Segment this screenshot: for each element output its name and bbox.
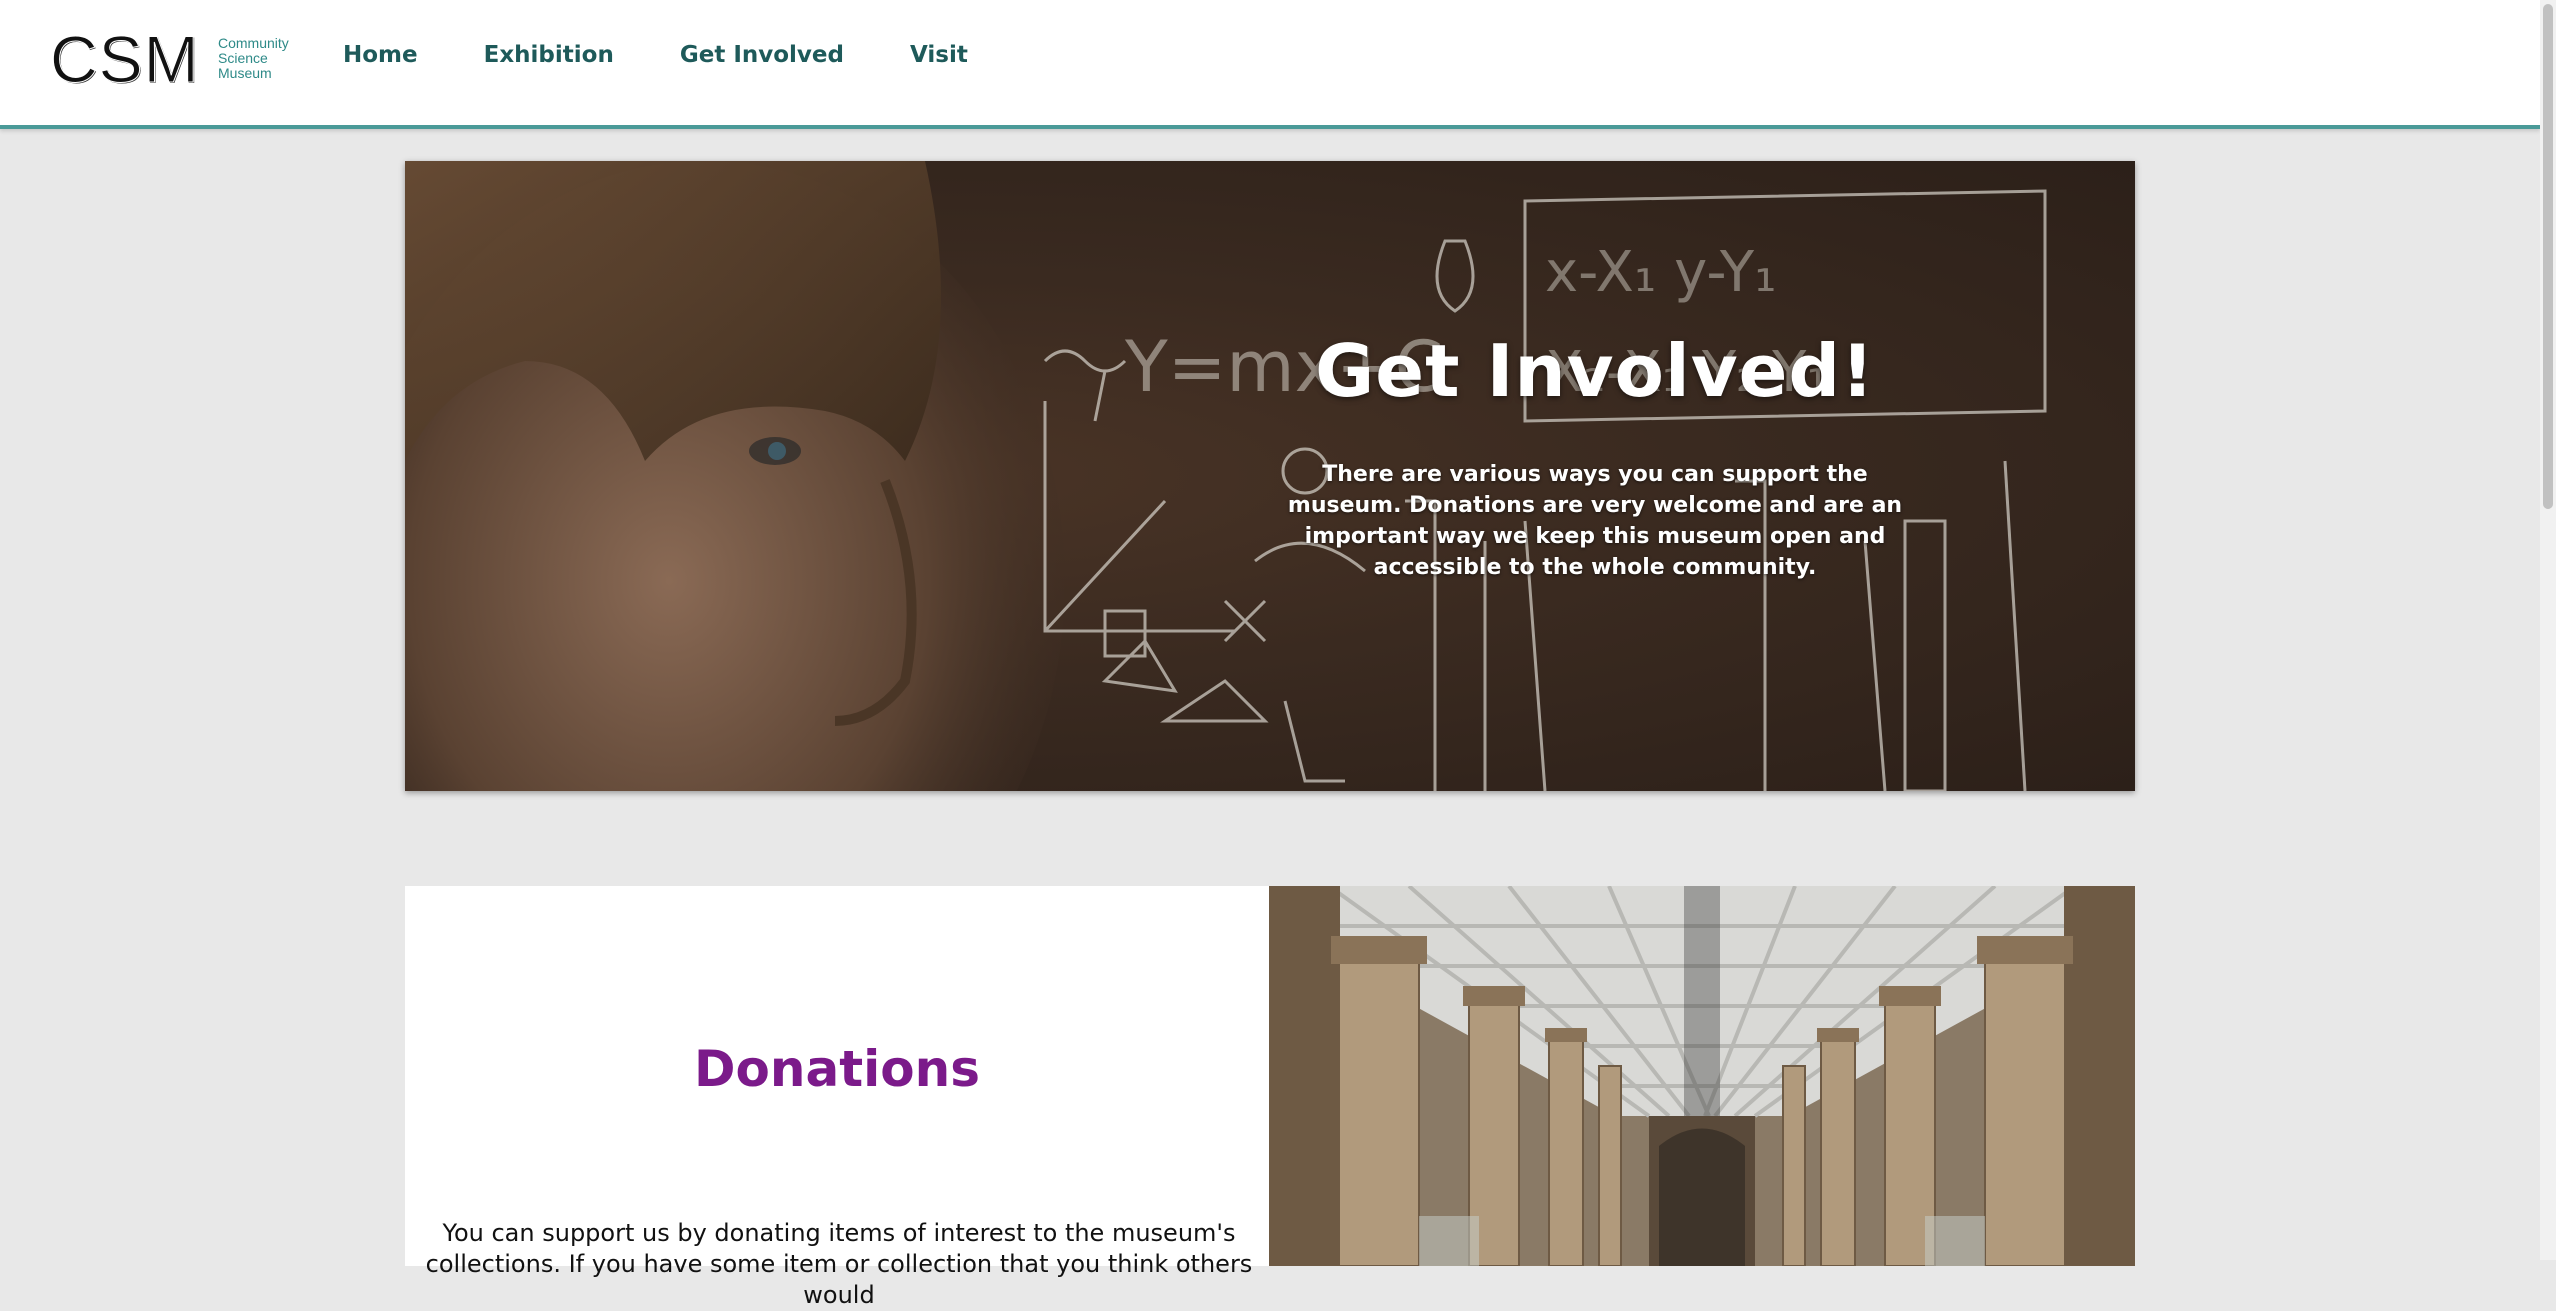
logo-subtitle: Community Science Museum <box>218 36 318 81</box>
svg-text:x-X₁ y-Y₁: x-X₁ y-Y₁ <box>1545 240 1777 305</box>
hero-description: There are various ways you can support t… <box>1287 462 1903 580</box>
donations-description: You can support us by donating items of … <box>425 1219 1253 1309</box>
logo-line: Museum <box>218 65 272 81</box>
museum-hall-image <box>1269 886 2135 1266</box>
donations-section: Donations You can support us by donating… <box>405 886 1269 1309</box>
logo-line: Science <box>218 50 268 66</box>
museum-hall-illustration <box>1269 886 2135 1266</box>
page-scrollbar[interactable] <box>2540 0 2556 1260</box>
nav-home[interactable]: Home <box>343 42 418 68</box>
nav-exhibition[interactable]: Exhibition <box>484 42 614 68</box>
donations-title: Donations <box>694 1039 980 1098</box>
hero-banner: Y=mx+C x-X₁ y-Y₁ X₂-X₁ Y₂-Y₁ Get Involve… <box>405 161 2135 791</box>
logo-mark: CSM <box>50 22 200 96</box>
main-nav: Home Exhibition Get Involved Visit <box>343 42 1034 68</box>
site-header: CSM Community Science Museum Home Exhibi… <box>0 0 2540 129</box>
nav-get-involved[interactable]: Get Involved <box>680 42 844 68</box>
nav-visit[interactable]: Visit <box>910 42 968 68</box>
scrollbar-thumb[interactable] <box>2543 4 2553 509</box>
hero-title: Get Involved! <box>1315 329 1875 414</box>
logo-line: Community <box>218 35 289 51</box>
